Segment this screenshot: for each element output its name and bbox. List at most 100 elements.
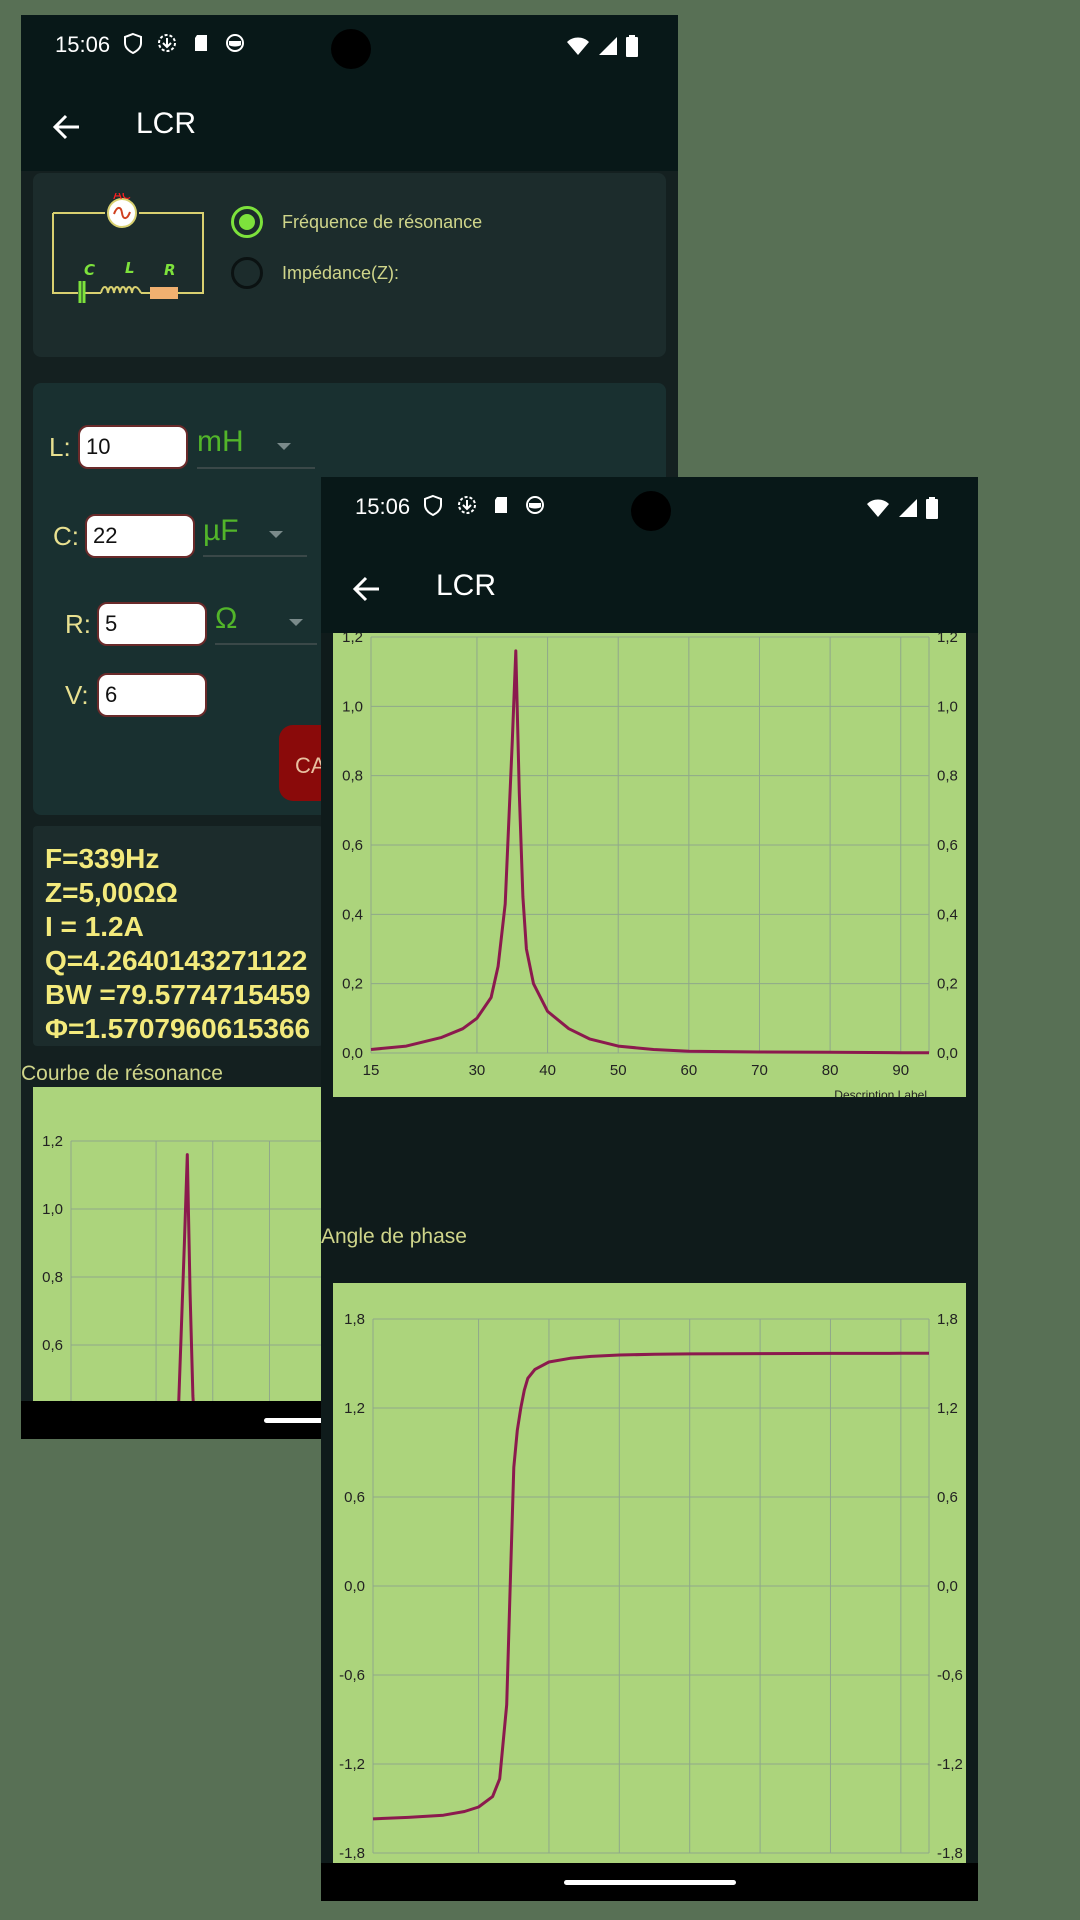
- y-tick-label-right: 0,2: [937, 976, 958, 993]
- label-l: L:: [49, 432, 71, 462]
- download-icon: [456, 494, 478, 516]
- phone-screen-front: 15:06 LCR 0,0 0,0 0,2 0,2 0,4 0,4 0,6 0,6 0,8 0,8…: [321, 477, 978, 1901]
- x-tick-label: 15: [363, 1062, 380, 1079]
- input-r[interactable]: 5: [97, 602, 207, 646]
- radio-impedance[interactable]: [231, 257, 263, 289]
- unit-c[interactable]: µF: [203, 514, 239, 548]
- circuit-c-label: C: [84, 261, 95, 279]
- input-l[interactable]: 10: [78, 425, 188, 469]
- y-tick-label: 1,0: [42, 1201, 63, 1218]
- phase-chart: -1,8 -1,8 -1,2 -1,2 -0,6 -0,6 0,0 0,0 0,6 0,6 1,2 1…: [333, 1283, 966, 1863]
- wifi-icon: [566, 36, 590, 60]
- signal-icon: [598, 36, 618, 60]
- results-panel: F=339Hz Z=5,00ΩΩ I = 1.2A Q=4.2640143271…: [33, 826, 323, 1046]
- resonance-chart-small: 0,00,20,40,60,81,01,2: [33, 1087, 333, 1417]
- circuit-l-label: L: [125, 259, 135, 277]
- y-tick-label: 0,0: [342, 1045, 363, 1062]
- phase-chart-svg: -1,8 -1,8 -1,2 -1,2 -0,6 -0,6 0,0 0,0 0,6 0,6 1,2 1…: [339, 1311, 963, 1862]
- face-icon: [524, 494, 546, 516]
- y-tick-label: 0,4: [342, 906, 363, 923]
- download-icon: [156, 32, 178, 54]
- x-tick-label: 70: [751, 1062, 768, 1079]
- status-icons-right: [566, 35, 638, 61]
- label-v: V:: [65, 680, 89, 710]
- y-tick-label: 1,0: [342, 698, 363, 715]
- result-current: I = 1.2A: [45, 911, 144, 942]
- y-tick-label-right: 1,2: [937, 1400, 958, 1417]
- y-tick-label-right: 0,0: [937, 1045, 958, 1062]
- series-line: [370, 649, 929, 1055]
- home-indicator[interactable]: [564, 1880, 736, 1885]
- phase-angle-title: Angle de phase: [321, 1225, 467, 1248]
- status-icons-right: [866, 497, 938, 523]
- face-icon: [224, 32, 246, 54]
- y-tick-label: -1,8: [339, 1845, 365, 1862]
- unit-r[interactable]: Ω: [215, 602, 237, 636]
- unit-l-underline: [197, 467, 315, 469]
- x-tick-label: 80: [822, 1062, 839, 1079]
- y-tick-label: 0,6: [342, 837, 363, 854]
- y-tick-label: 1,2: [342, 633, 363, 646]
- input-v[interactable]: 6: [97, 673, 207, 717]
- y-tick-label-right: 0,6: [937, 1489, 958, 1506]
- battery-icon: [626, 35, 638, 61]
- wifi-icon: [866, 498, 890, 522]
- y-tick-label: 0,8: [342, 768, 363, 785]
- mode-card: AC C L R Fréquence de résonance Impédanc…: [33, 173, 666, 357]
- resonance-chart-svg: 0,0 0,0 0,2 0,2 0,4 0,4 0,6 0,6 0,8 0,8 1,0 1,0 1,2 1…: [342, 633, 958, 1097]
- chart-description: Description Label: [834, 1088, 927, 1097]
- sd-card-icon: [190, 32, 212, 54]
- app-title: LCR: [136, 107, 197, 140]
- app-bar: LCR: [21, 81, 678, 171]
- y-tick-label-right: -1,8: [937, 1845, 963, 1862]
- radio-resonance[interactable]: [231, 206, 263, 238]
- camera-cutout: [331, 29, 371, 69]
- x-tick-label: 50: [610, 1062, 627, 1079]
- signal-icon: [898, 498, 918, 522]
- back-arrow-icon[interactable]: [49, 109, 85, 145]
- x-tick-label: 60: [681, 1062, 698, 1079]
- y-tick-label-right: 0,8: [937, 768, 958, 785]
- shield-icon: [422, 494, 444, 517]
- x-tick-label: 90: [892, 1062, 909, 1079]
- unit-l[interactable]: mH: [197, 425, 244, 459]
- circuit-source-label: AC: [113, 193, 131, 203]
- y-tick-label-right: -1,2: [937, 1756, 963, 1773]
- chevron-down-icon[interactable]: [277, 443, 291, 450]
- y-tick-label: 0,2: [342, 976, 363, 993]
- y-tick-label-right: 1,2: [937, 633, 958, 646]
- resonance-curve-title: Courbe de résonance: [21, 1062, 223, 1085]
- result-phase: Φ=1.5707960615366: [45, 1013, 311, 1044]
- navigation-bar: [321, 1863, 978, 1901]
- status-time: 15:06: [55, 32, 111, 57]
- battery-icon: [926, 497, 938, 523]
- status-time: 15:06: [355, 494, 411, 519]
- y-tick-label-right: -0,6: [937, 1667, 963, 1684]
- result-bandwidth: BW =79.5774715459: [45, 979, 311, 1010]
- y-tick-label: 1,2: [42, 1133, 63, 1150]
- chevron-down-icon[interactable]: [269, 531, 283, 538]
- input-c[interactable]: 22: [85, 514, 195, 558]
- back-arrow-icon[interactable]: [349, 571, 385, 607]
- y-tick-label: -1,2: [339, 1756, 365, 1773]
- unit-c-underline: [203, 555, 307, 557]
- y-tick-label: 0,0: [344, 1578, 365, 1595]
- status-bar: 15:06: [321, 477, 978, 543]
- x-tick-label: 30: [469, 1062, 486, 1079]
- lcr-circuit-diagram: AC C L R: [52, 193, 204, 303]
- y-tick-label-right: 1,0: [937, 698, 958, 715]
- y-tick-label-right: 0,4: [937, 906, 958, 923]
- unit-r-underline: [215, 643, 317, 645]
- resonance-chart-small-svg: 0,00,20,40,60,81,01,2: [42, 1133, 333, 1417]
- circuit-r-label: R: [164, 261, 176, 279]
- radio-resonance-label: Fréquence de résonance: [282, 212, 483, 232]
- x-tick-label: 40: [539, 1062, 556, 1079]
- app-title: LCR: [436, 569, 497, 602]
- radio-impedance-label: Impédance(Z):: [282, 263, 400, 283]
- y-tick-label: 0,6: [344, 1489, 365, 1506]
- chevron-down-icon[interactable]: [289, 619, 303, 626]
- series-line: [175, 1153, 196, 1417]
- status-icons-left: [122, 32, 246, 55]
- shield-icon: [122, 32, 144, 55]
- y-tick-label-right: 0,6: [937, 837, 958, 854]
